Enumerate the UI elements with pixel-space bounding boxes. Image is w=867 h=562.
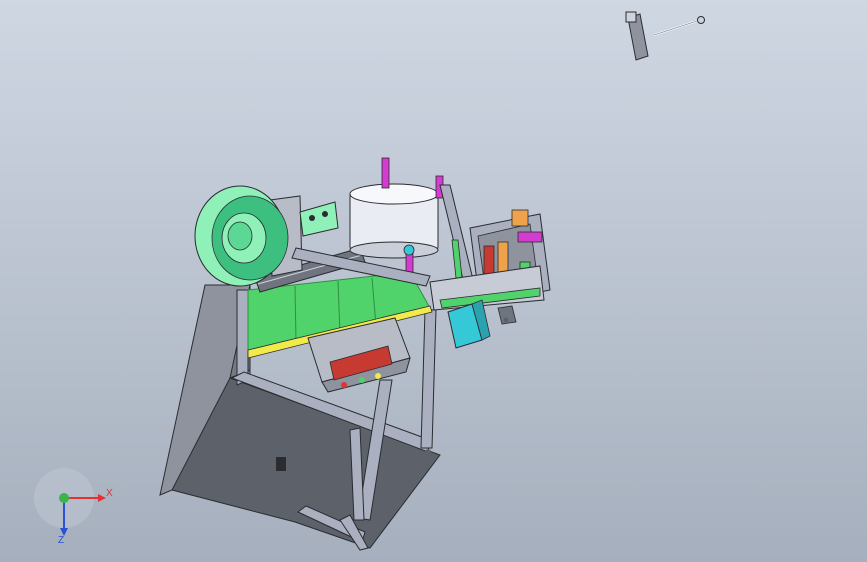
mint-motor[interactable] [194,185,303,287]
machine-assembly[interactable] [159,157,551,551]
cabinet-handle [276,457,286,471]
detached-part[interactable] [625,11,705,61]
coordinate-triad: X Z [34,468,113,546]
cad-model-scene[interactable]: X Z [0,0,867,562]
drum-roll[interactable] [349,183,439,259]
x-axis-label: X [106,488,113,499]
graphics-viewport[interactable]: X Z [0,0,867,562]
right-mechanism[interactable] [429,209,551,311]
z-axis-label: Z [58,535,64,546]
mint-clamp-block[interactable] [299,201,339,237]
